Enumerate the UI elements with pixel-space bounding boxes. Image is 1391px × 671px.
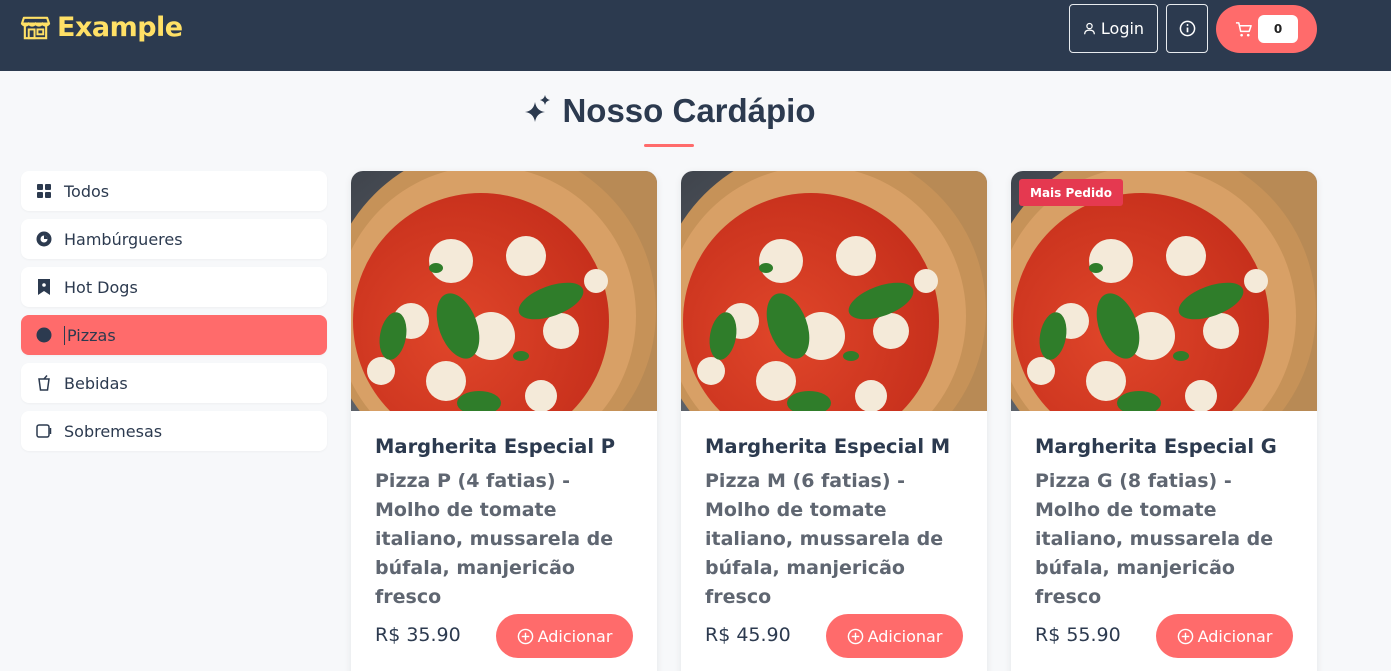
product-description: Pizza P (4 fatias) - Molho de tomate ita… [375,470,614,608]
product-name: Margherita Especial P [375,435,616,458]
product-card: Margherita Especial P Pizza P (4 fatias)… [351,171,657,671]
add-label: Adicionar [867,626,943,646]
store-icon [20,16,51,40]
title-underline [644,144,694,147]
product-name: Margherita Especial G [1035,435,1277,458]
add-label: Adicionar [1197,626,1273,646]
category-sidebar: Todos Hambúrgueres Hot Dogs Pizzas Bebid… [21,171,327,459]
plus-circle-icon [517,628,533,644]
sidebar-item-hot-dogs[interactable]: Hot Dogs [21,267,327,307]
plus-circle-icon [1177,628,1193,644]
bookmark-icon [36,279,52,295]
sidebar-item-label: Bebidas [64,373,128,393]
product-description: Pizza M (6 fatias) - Molho de tomate ita… [705,470,944,608]
add-to-cart-button[interactable]: Adicionar [496,614,633,658]
add-to-cart-button[interactable]: Adicionar [826,614,963,658]
page-title: Nosso Cardápio [562,92,816,129]
sidebar-item-hamburgueres[interactable]: Hambúrgueres [21,219,327,259]
cup-icon [36,375,52,391]
product-name: Margherita Especial M [705,435,951,458]
product-price: R$ 55.90 [1035,624,1121,646]
sidebar-item-label: Pizzas [64,325,116,345]
add-to-cart-button[interactable]: Adicionar [1156,614,1293,658]
dessert-icon [36,423,52,439]
sidebar-item-todos[interactable]: Todos [21,171,327,211]
grid-icon [36,183,52,199]
sidebar-item-label: Todos [64,181,110,201]
sidebar-item-sobremesas[interactable]: Sobremesas [21,411,327,451]
pizza-image [1011,171,1317,411]
sidebar-item-label: Sobremesas [64,421,163,441]
product-price: R$ 45.90 [705,624,791,646]
login-label: Login [1100,19,1145,38]
info-button[interactable] [1166,4,1208,53]
info-icon [1179,20,1195,37]
product-card: Margherita Especial M Pizza M (6 fatias)… [681,171,987,671]
cart-button[interactable]: 0 [1216,5,1317,53]
login-button[interactable]: Login [1069,4,1158,53]
add-label: Adicionar [537,626,613,646]
menu-header: Nosso Cardápio [0,92,1338,130]
sidebar-item-label: Hambúrgueres [64,229,183,249]
most-ordered-badge: Mais Pedido [1019,179,1123,206]
product-price: R$ 35.90 [375,624,461,646]
user-icon [1083,22,1095,35]
sparkles-icon [525,95,551,122]
sidebar-item-pizzas[interactable]: Pizzas [21,315,327,355]
pizza-image [681,171,987,411]
brand-name: Example [57,12,183,43]
plus-circle-icon [847,628,863,644]
cart-icon [1235,21,1252,36]
sidebar-item-bebidas[interactable]: Bebidas [21,363,327,403]
cart-count-badge: 0 [1258,15,1298,43]
product-description: Pizza G (8 fatias) - Molho de tomate ita… [1035,470,1274,608]
sidebar-item-label: Hot Dogs [64,277,138,297]
pizza-image [351,171,657,411]
burger-icon [36,231,52,247]
brand-logo[interactable]: Example [20,12,183,43]
product-card: Mais Pedido Margherita Especial G Pizza … [1011,171,1317,671]
top-navbar: Example Login 0 [0,0,1391,71]
circle-icon [36,327,52,343]
